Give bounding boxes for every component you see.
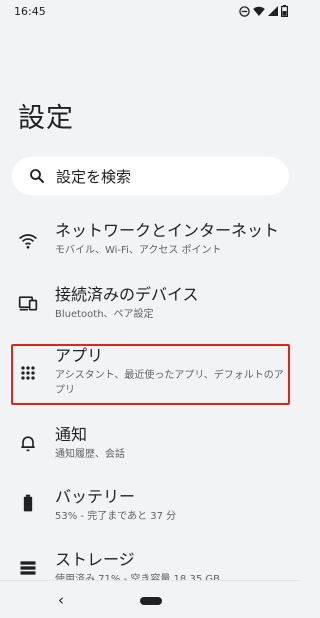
settings-item-notifications[interactable]: 通知 通知履歴、会話: [0, 425, 301, 473]
settings-item-subtitle: Bluetooth、ペア設定: [55, 309, 154, 320]
storage-icon: [20, 561, 36, 575]
settings-item-title: ストレージ: [55, 550, 135, 569]
settings-item-title: バッテリー: [55, 487, 136, 506]
settings-item-title: ネットワークとインターネット: [55, 221, 280, 240]
wifi-icon: [253, 6, 265, 16]
back-button[interactable]: ‹: [58, 591, 64, 609]
apps-grid-icon: [21, 366, 35, 380]
settings-item-connected-devices[interactable]: 接続済みのデバイス Bluetooth、ペア設定: [0, 285, 301, 333]
search-bar[interactable]: 設定を検索: [12, 157, 289, 195]
settings-item-subtitle: 53% - 完了まであと 37 分: [55, 511, 177, 522]
settings-item-network[interactable]: ネットワークとインターネット モバイル、Wi-Fi、アクセス ポイント: [0, 221, 301, 269]
home-handle[interactable]: [140, 597, 162, 605]
settings-item-storage[interactable]: ストレージ 使用済み 71% - 空き容量 18.35 GB: [0, 550, 301, 580]
settings-item-subtitle: 使用済み 71% - 空き容量 18.35 GB: [55, 574, 220, 580]
search-icon: [30, 169, 44, 183]
settings-item-apps[interactable]: アプリ アシスタント、最近使ったアプリ、デフォルトのアプリ: [0, 346, 301, 404]
page-title: 設定: [18, 103, 74, 134]
status-icons: [239, 5, 288, 17]
search-label: 設定を検索: [56, 167, 132, 186]
navigation-bar: ‹: [0, 580, 301, 618]
battery-icon: [23, 494, 33, 512]
status-bar: 16:45: [0, 0, 301, 22]
wifi-icon: [19, 234, 37, 249]
bell-icon: [21, 436, 35, 452]
settings-item-title: 接続済みのデバイス: [55, 285, 199, 304]
settings-item-title: アプリ: [55, 346, 104, 365]
settings-item-subtitle: アシスタント、最近使ったアプリ、デフォルトのアプリ: [55, 370, 284, 396]
status-time: 16:45: [14, 4, 46, 18]
devices-icon: [18, 296, 38, 311]
signal-icon: [268, 5, 278, 16]
battery-icon: [281, 5, 288, 17]
settings-item-title: 通知: [55, 425, 88, 444]
settings-item-subtitle: 通知履歴、会話: [55, 449, 125, 460]
settings-item-battery[interactable]: バッテリー 53% - 完了まであと 37 分: [0, 487, 301, 535]
dnd-icon: [239, 5, 250, 17]
settings-item-subtitle: モバイル、Wi-Fi、アクセス ポイント: [55, 245, 222, 256]
